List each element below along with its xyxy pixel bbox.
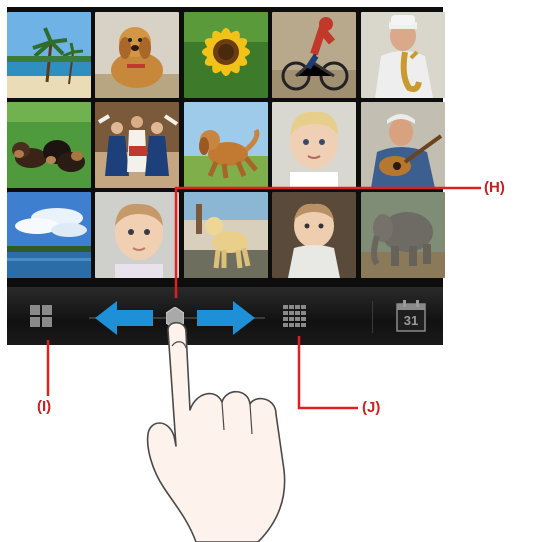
- callout-j-line: [297, 336, 358, 410]
- photo-beach-palm-trees[interactable]: [7, 12, 91, 98]
- photo-baby-portrait[interactable]: [95, 192, 179, 278]
- photo-blond-toddler[interactable]: [272, 102, 356, 188]
- photo-bmx-rider[interactable]: [272, 12, 356, 98]
- photo-dog-running-on-field[interactable]: [184, 102, 268, 188]
- photo-man-with-saxophone[interactable]: [361, 12, 445, 98]
- callout-i-label: (I): [37, 398, 52, 415]
- calendar-day-label: 31: [403, 313, 419, 328]
- bottom-toolbar: 31: [7, 287, 443, 345]
- pointing-hand-icon: [146, 321, 286, 542]
- toolbar-divider: [372, 301, 373, 333]
- photo-sky-and-lake[interactable]: [7, 192, 91, 278]
- photo-sunflower[interactable]: [184, 12, 268, 98]
- right-arrow-icon: [197, 301, 255, 335]
- photo-dogs-on-grass[interactable]: [7, 102, 91, 188]
- photo-elephants[interactable]: [361, 192, 445, 278]
- photo-grid: [7, 7, 445, 285]
- callout-h-label: (H): [484, 179, 505, 196]
- callout-j-label: (J): [362, 399, 381, 416]
- photo-baby-in-chair[interactable]: [272, 192, 356, 278]
- touch-screen: 31: [7, 7, 445, 345]
- photo-golden-retriever-dog[interactable]: [95, 12, 179, 98]
- left-arrow-icon: [95, 301, 153, 335]
- grid-16-icon[interactable]: [283, 305, 307, 327]
- photo-yellow-labrador[interactable]: [184, 192, 268, 278]
- photo-folk-dancers[interactable]: [95, 102, 179, 188]
- photo-man-with-guitar[interactable]: [361, 102, 445, 188]
- grid-4-icon[interactable]: [29, 304, 53, 328]
- slider-knob[interactable]: [165, 306, 185, 330]
- calendar-icon[interactable]: 31: [395, 299, 427, 333]
